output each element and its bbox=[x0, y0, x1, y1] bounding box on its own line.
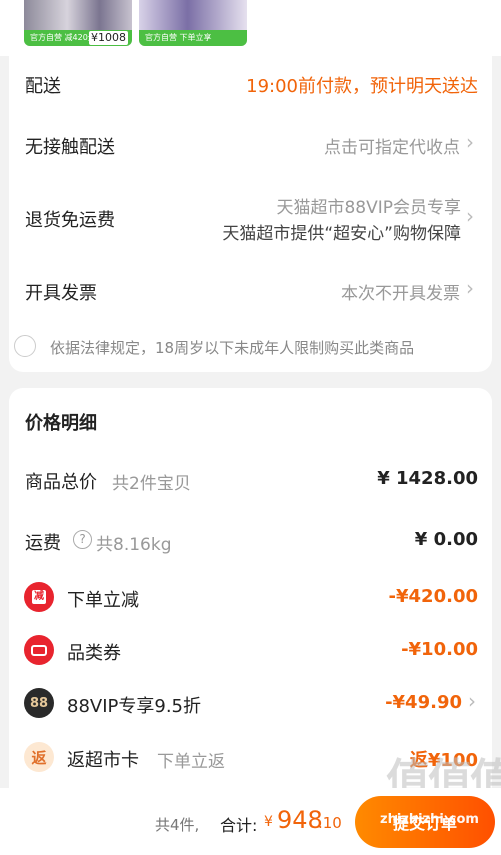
instant-discount-label: 下单立减 bbox=[67, 590, 139, 611]
watermark-url: zhizhizhi.com bbox=[380, 812, 479, 827]
chevron-right-icon[interactable]: › bbox=[468, 689, 476, 713]
category-coupon-amount: -¥10.00 bbox=[401, 639, 478, 660]
contactless-value[interactable]: 点击可指定代收点 bbox=[200, 133, 460, 158]
shipping-amount: ¥ 0.00 bbox=[414, 529, 478, 550]
contactless-label: 无接触配送 bbox=[25, 137, 115, 158]
invoice-value[interactable]: 本次不开具发票 bbox=[200, 279, 460, 304]
product-image-2 bbox=[139, 0, 247, 30]
shipping-label: 运费 bbox=[25, 533, 61, 554]
vip-88-icon: 88 bbox=[24, 688, 54, 718]
chevron-right-icon[interactable]: › bbox=[466, 204, 474, 228]
free-return-guarantee[interactable]: 天猫超市提供“超安心”购物保障 bbox=[160, 219, 461, 244]
discount-icon: 减 bbox=[24, 582, 54, 612]
vip-discount-amount[interactable]: -¥49.90 bbox=[330, 692, 462, 713]
chevron-right-icon[interactable]: › bbox=[466, 276, 474, 300]
goods-total-count: 共2件宝贝 bbox=[112, 474, 191, 494]
help-icon[interactable]: ? bbox=[73, 530, 92, 549]
invoice-label: 开具发票 bbox=[25, 283, 97, 304]
goods-total-label: 商品总价 bbox=[25, 472, 97, 493]
delivery-estimate: 19:00前付款，预计明天送达 bbox=[246, 76, 478, 97]
product-thumbnail-2[interactable]: 官方自营 下单立享 bbox=[139, 0, 247, 46]
age-restriction-notice: 依据法律规定，18周岁以下未成年人限制购买此类商品 bbox=[50, 339, 415, 357]
total-integer: 948 bbox=[277, 806, 323, 834]
age-confirm-checkbox[interactable] bbox=[14, 335, 36, 357]
goods-total-amount: ¥ 1428.00 bbox=[377, 468, 478, 489]
cashback-icon: 返 bbox=[24, 742, 54, 772]
cashback-sub: 下单立返 bbox=[157, 752, 225, 772]
discount-icon-glyph: 减 bbox=[32, 590, 46, 604]
coupon-icon bbox=[24, 635, 54, 665]
total-decimal: .10 bbox=[318, 814, 342, 832]
product-promo-bar-2: 官方自营 下单立享 bbox=[139, 30, 247, 46]
instant-discount-amount: -¥420.00 bbox=[388, 586, 478, 607]
chevron-right-icon[interactable]: › bbox=[466, 130, 474, 154]
item-count: 共4件, bbox=[155, 816, 200, 834]
product-price-1: ¥1008 bbox=[89, 31, 128, 45]
product-image-1 bbox=[24, 0, 132, 30]
free-return-vip-note[interactable]: 天猫超市88VIP会员专享 bbox=[180, 193, 461, 218]
free-return-label: 退货免运费 bbox=[25, 210, 115, 231]
category-coupon-label: 品类券 bbox=[67, 643, 121, 664]
shipping-weight: 共8.16kg bbox=[96, 535, 172, 555]
vip-discount-label: 88VIP专享9.5折 bbox=[67, 696, 202, 717]
product-thumbnail-1[interactable]: 官方自营 减420元 ¥1008 bbox=[24, 0, 132, 46]
delivery-label: 配送 bbox=[25, 76, 61, 97]
total-label: 合计: bbox=[220, 816, 258, 835]
cashback-label: 返超市卡 bbox=[67, 750, 139, 771]
total-currency: ¥ bbox=[264, 814, 273, 830]
price-detail-title: 价格明细 bbox=[25, 413, 97, 434]
